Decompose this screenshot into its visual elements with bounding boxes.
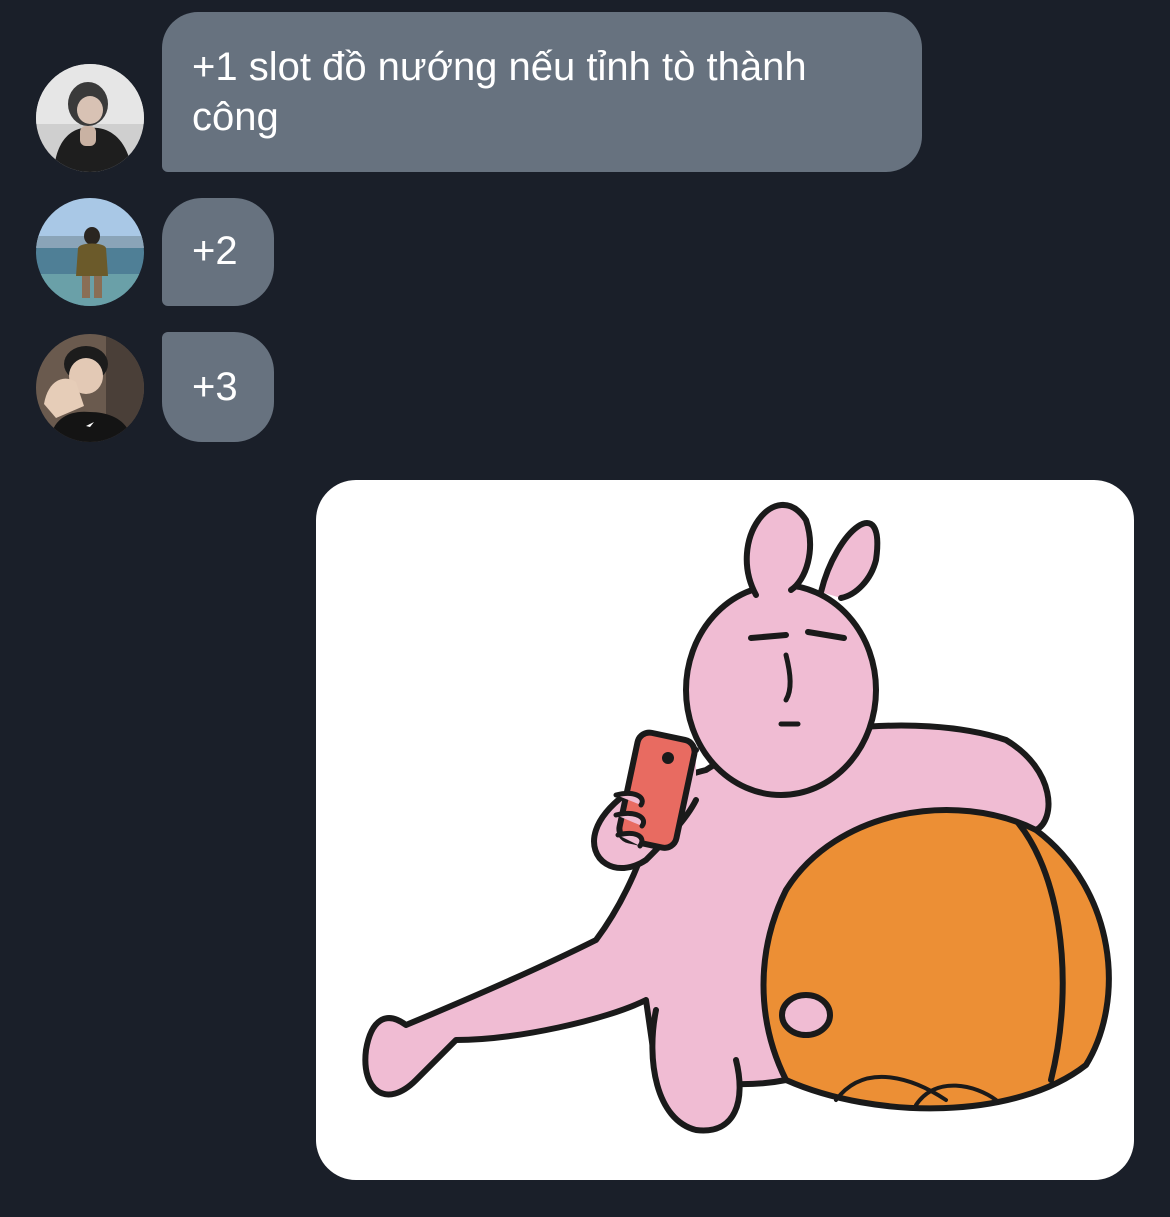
sticker-message[interactable] [316, 480, 1134, 1180]
profile-photo-icon [36, 64, 144, 172]
pink-rabbit-with-phone-sticker-icon [362, 502, 1112, 1134]
message-text-3: +3 [192, 365, 238, 409]
sender-avatar-3[interactable] [36, 334, 144, 442]
chat-thread: +1 slot đồ nướng nếu tỉnh tò thành công … [0, 0, 1170, 1217]
message-bubble-3[interactable]: +3 [162, 332, 274, 442]
profile-photo-icon [36, 334, 144, 442]
profile-photo-icon [36, 198, 144, 306]
message-bubble-2[interactable]: +2 [162, 198, 274, 306]
message-text-1: +1 slot đồ nướng nếu tỉnh tò thành công [192, 45, 807, 139]
message-text-2: +2 [192, 229, 238, 273]
message-bubble-1[interactable]: +1 slot đồ nướng nếu tỉnh tò thành công [162, 12, 922, 172]
sender-avatar-1[interactable] [36, 64, 144, 172]
sender-avatar-2[interactable] [36, 198, 144, 306]
